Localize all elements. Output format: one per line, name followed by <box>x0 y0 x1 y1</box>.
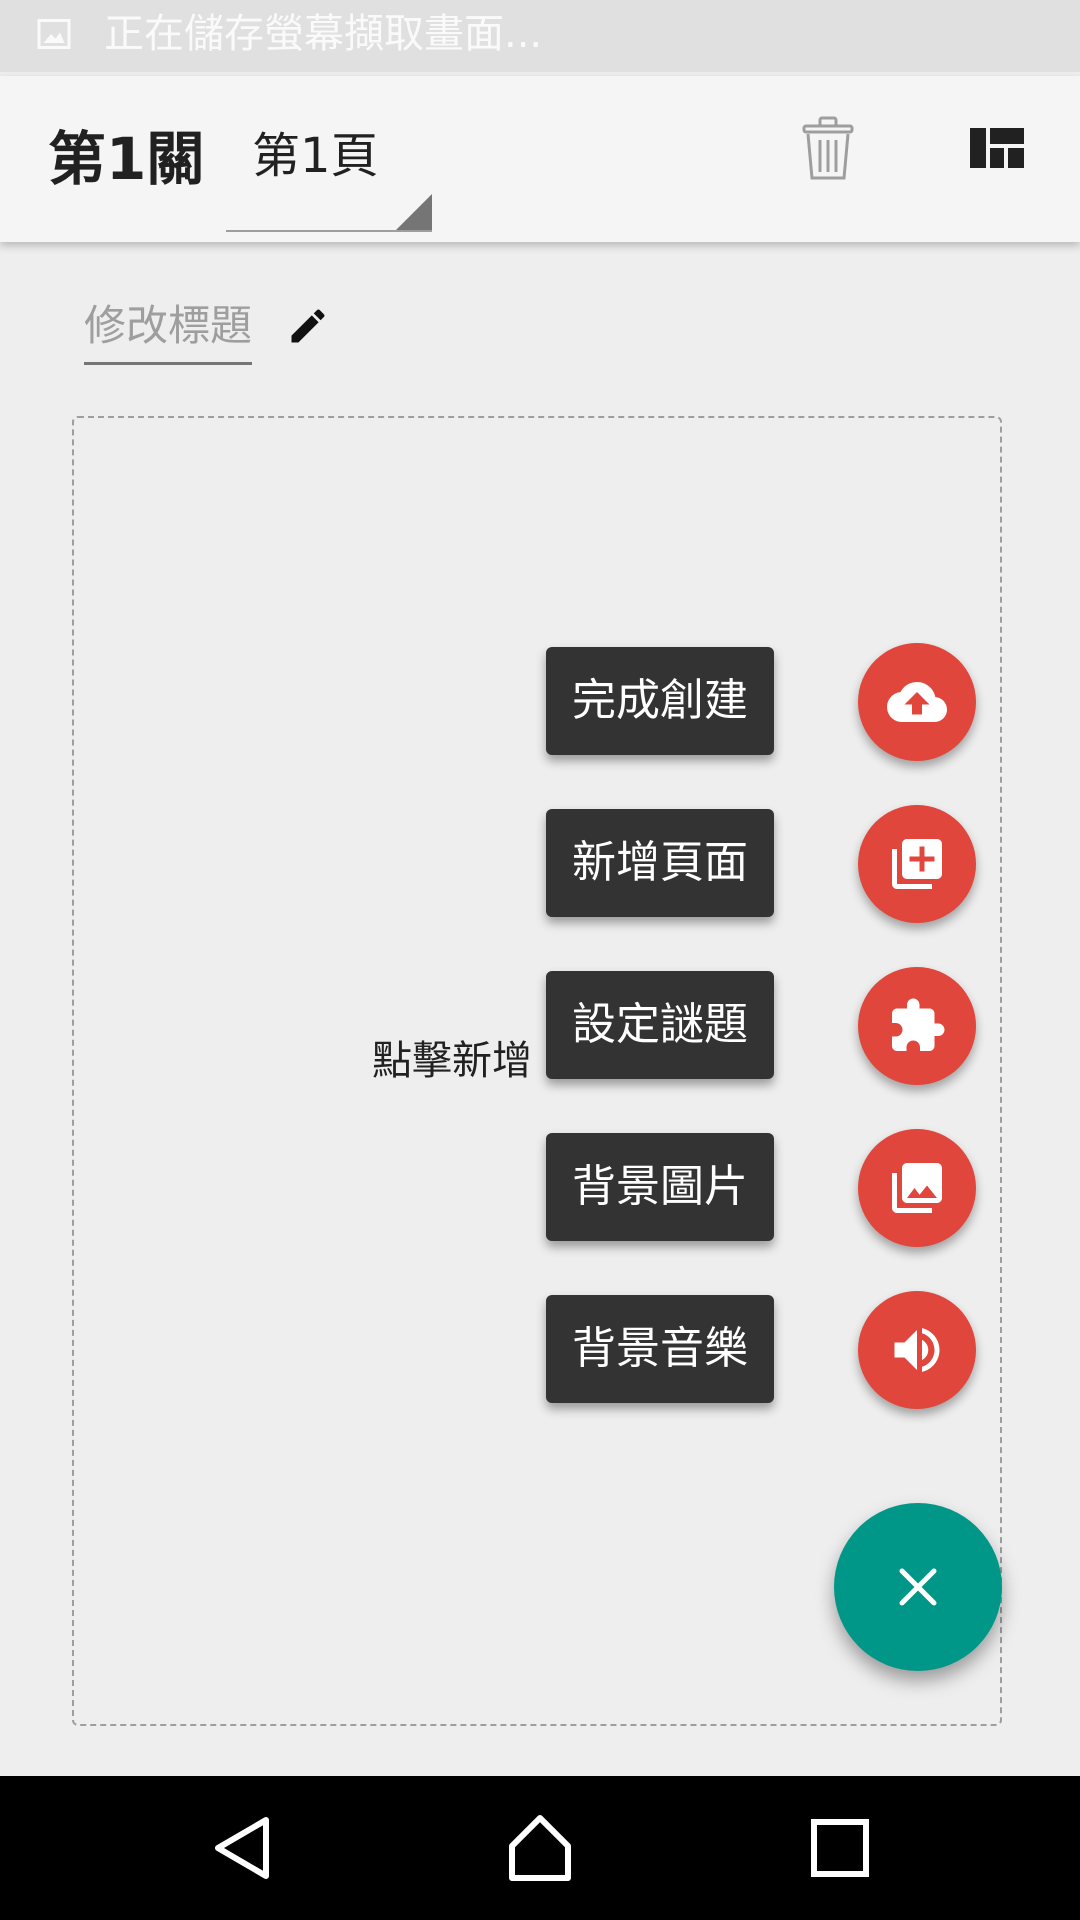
title-placeholder: 修改標題 <box>84 301 253 350</box>
dropdown-triangle-icon <box>396 194 432 230</box>
image-icon <box>37 19 71 49</box>
trash-icon[interactable] <box>800 116 856 182</box>
dashboard-layout-icon[interactable] <box>970 128 1024 168</box>
fab-label-add-page[interactable]: 新增頁面 <box>546 809 774 917</box>
cloud-upload-icon <box>887 682 947 722</box>
fab-label-background-image[interactable]: 背景圖片 <box>546 1133 774 1241</box>
fab-label-set-puzzle[interactable]: 設定謎題 <box>546 971 774 1079</box>
level-title: 第1關 <box>48 125 205 193</box>
page-selector-value: 第1頁 <box>252 128 379 184</box>
back-triangle-icon[interactable] <box>206 1812 278 1884</box>
pencil-icon[interactable] <box>286 304 330 348</box>
background-image-button[interactable] <box>858 1129 976 1247</box>
add-page-icon <box>892 839 942 889</box>
title-input[interactable]: 修改標題 <box>84 296 253 365</box>
page-selector[interactable]: 第1頁 <box>226 116 432 232</box>
close-menu-fab[interactable] <box>834 1503 1002 1671</box>
canvas-hint-text: 點擊新增 <box>372 1038 532 1084</box>
recents-square-icon[interactable] <box>804 1812 876 1884</box>
status-notification-text: 正在儲存螢幕擷取畫面... <box>104 11 543 57</box>
home-icon[interactable] <box>504 1812 576 1884</box>
system-nav-bar <box>0 1776 1080 1920</box>
fab-label-background-music[interactable]: 背景音樂 <box>546 1295 774 1403</box>
background-music-button[interactable] <box>858 1291 976 1409</box>
photo-library-icon <box>892 1163 942 1213</box>
puzzle-icon <box>892 998 945 1051</box>
fab-label-finish[interactable]: 完成創建 <box>546 647 774 755</box>
set-puzzle-button[interactable] <box>858 967 976 1085</box>
finish-create-button[interactable] <box>858 643 976 761</box>
status-bar: 正在儲存螢幕擷取畫面... <box>0 0 1080 72</box>
close-icon <box>899 1568 937 1606</box>
app-toolbar: 第1關 第1頁 <box>0 76 1080 242</box>
add-page-button[interactable] <box>858 805 976 923</box>
volume-icon <box>894 1328 940 1372</box>
